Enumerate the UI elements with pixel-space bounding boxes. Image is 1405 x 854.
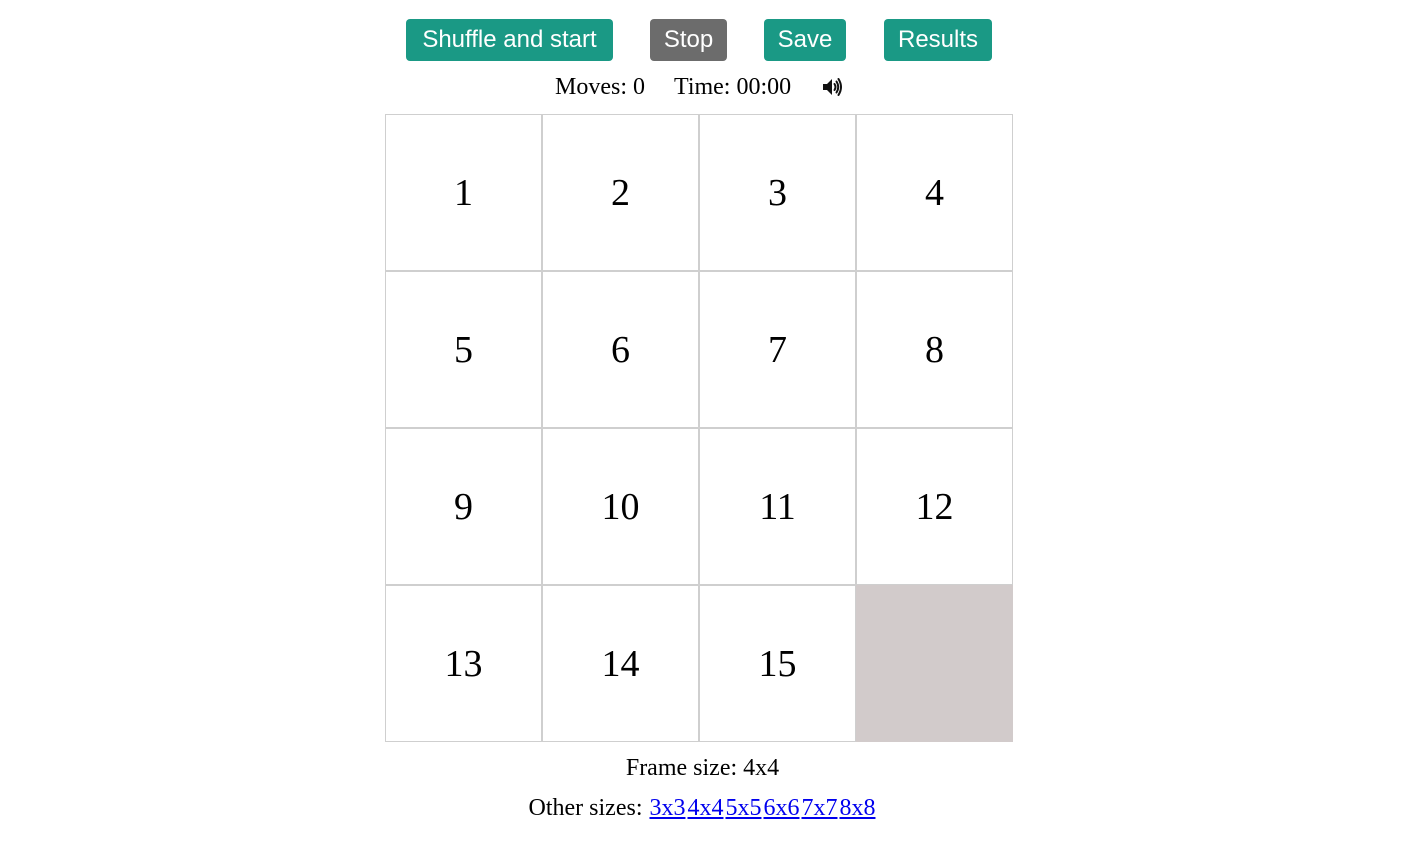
tile-14[interactable]: 14 <box>542 585 699 742</box>
save-button[interactable]: Save <box>764 19 846 61</box>
speaker-volume-icon[interactable] <box>821 76 843 98</box>
tile-9[interactable]: 9 <box>385 428 542 585</box>
frame-size-label: Frame size: 4x4 <box>625 755 780 781</box>
tile-4[interactable]: 4 <box>856 114 1013 271</box>
tile-7[interactable]: 7 <box>699 271 856 428</box>
moves-counter: Moves: 0 <box>555 74 645 100</box>
toolbar: Shuffle and start Stop Save Results <box>0 19 1405 61</box>
tile-11[interactable]: 11 <box>699 428 856 585</box>
tile-5[interactable]: 5 <box>385 271 542 428</box>
tile-2[interactable]: 2 <box>542 114 699 271</box>
size-link-4x4[interactable]: 4x4 <box>687 795 723 821</box>
game-page: Shuffle and start Stop Save Results Move… <box>0 0 1405 854</box>
stats-bar: Moves: 0 Time: 00:00 <box>0 72 1405 102</box>
results-button[interactable]: Results <box>884 19 992 61</box>
size-link-7x7[interactable]: 7x7 <box>801 795 837 821</box>
tile-12[interactable]: 12 <box>856 428 1013 585</box>
tile-15[interactable]: 15 <box>699 585 856 742</box>
shuffle-and-start-button[interactable]: Shuffle and start <box>406 19 613 61</box>
tile-13[interactable]: 13 <box>385 585 542 742</box>
other-sizes-label: Other sizes: <box>528 795 643 821</box>
time-counter: Time: 00:00 <box>674 74 792 100</box>
tile-1[interactable]: 1 <box>385 114 542 271</box>
tile-3[interactable]: 3 <box>699 114 856 271</box>
tile-10[interactable]: 10 <box>542 428 699 585</box>
other-sizes: Other sizes: 3x34x45x56x67x78x8 <box>0 793 1405 823</box>
size-link-3x3[interactable]: 3x3 <box>649 795 685 821</box>
puzzle-board: 1 2 3 4 5 6 7 8 9 10 11 12 13 14 15 <box>385 114 1013 742</box>
empty-cell <box>856 585 1013 742</box>
size-link-8x8[interactable]: 8x8 <box>839 795 875 821</box>
size-link-5x5[interactable]: 5x5 <box>725 795 761 821</box>
size-link-6x6[interactable]: 6x6 <box>763 795 799 821</box>
tile-8[interactable]: 8 <box>856 271 1013 428</box>
stop-button[interactable]: Stop <box>650 19 727 61</box>
tile-6[interactable]: 6 <box>542 271 699 428</box>
